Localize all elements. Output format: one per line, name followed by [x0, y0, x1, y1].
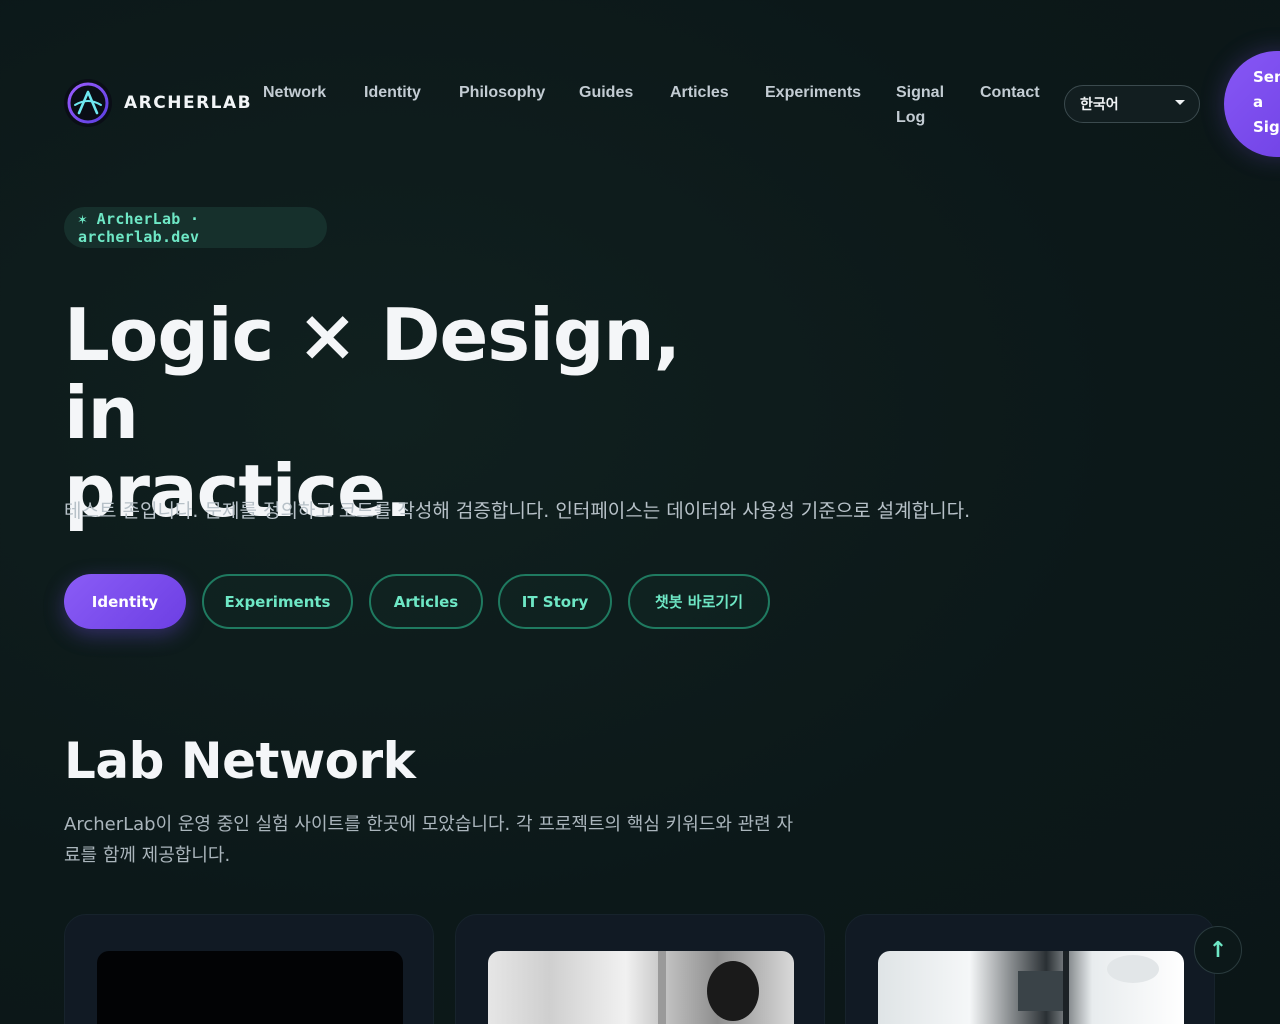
articles-button[interactable]: Articles	[369, 574, 483, 629]
site-badge: ✶ ArcherLab · archerlab.dev	[64, 207, 327, 248]
lab-network-description: ArcherLab이 운영 중인 실험 사이트를 한곳에 모았습니다. 각 프로…	[64, 814, 794, 866]
identity-button[interactable]: Identity	[64, 574, 186, 629]
nav-signal-log-line1: Signal	[896, 84, 945, 101]
card-thumbnail	[97, 951, 403, 1024]
card-thumbnail	[878, 951, 1184, 1024]
arrow-up-icon: ↑	[1208, 937, 1228, 963]
nav-network[interactable]: Network	[263, 80, 326, 105]
scroll-to-top-button[interactable]: ↑	[1194, 926, 1242, 974]
nav-articles[interactable]: Articles	[670, 80, 729, 105]
language-select[interactable]: 한국어	[1064, 85, 1200, 123]
hero-title: Logic × Design, in practice.	[64, 296, 764, 530]
network-card[interactable]	[455, 914, 825, 1024]
archerlab-logo-icon	[64, 79, 112, 127]
lab-network-title: Lab Network	[64, 732, 416, 790]
logo-text: ARCHERLAB	[124, 93, 253, 113]
hero-title-line1: Logic × Design, in	[64, 293, 681, 455]
chatbot-button[interactable]: 챗봇 바로기기	[628, 574, 770, 629]
nav-contact[interactable]: Contact	[980, 80, 1040, 105]
hero-subtitle: 테스트 존입니다. 문제를 정의하고 코드를 작성해 검증합니다. 인터페이스는…	[64, 500, 971, 522]
language-select-value: 한국어	[1080, 97, 1119, 113]
send-signal-button[interactable]: Sen a Sign	[1224, 51, 1280, 157]
send-signal-line3: Sign	[1253, 118, 1280, 136]
nav-philosophy[interactable]: Philosophy	[459, 80, 545, 105]
network-card[interactable]	[64, 914, 434, 1024]
nav-identity[interactable]: Identity	[364, 80, 421, 105]
chevron-down-icon	[1173, 96, 1187, 114]
send-signal-line2: a	[1253, 93, 1264, 111]
nav-guides[interactable]: Guides	[579, 80, 633, 105]
card-thumbnail	[488, 951, 794, 1024]
it-story-button[interactable]: IT Story	[498, 574, 612, 629]
network-card[interactable]	[845, 914, 1215, 1024]
nav-signal-log[interactable]: Signal Log	[896, 80, 944, 130]
nav-experiments[interactable]: Experiments	[765, 80, 861, 105]
logo[interactable]: ARCHERLAB	[64, 79, 252, 127]
experiments-button[interactable]: Experiments	[202, 574, 353, 629]
send-signal-line1: Sen	[1253, 68, 1280, 86]
site-header: ARCHERLAB Network Identity Philosophy Gu…	[0, 0, 1280, 160]
nav-signal-log-line2: Log	[896, 109, 926, 126]
